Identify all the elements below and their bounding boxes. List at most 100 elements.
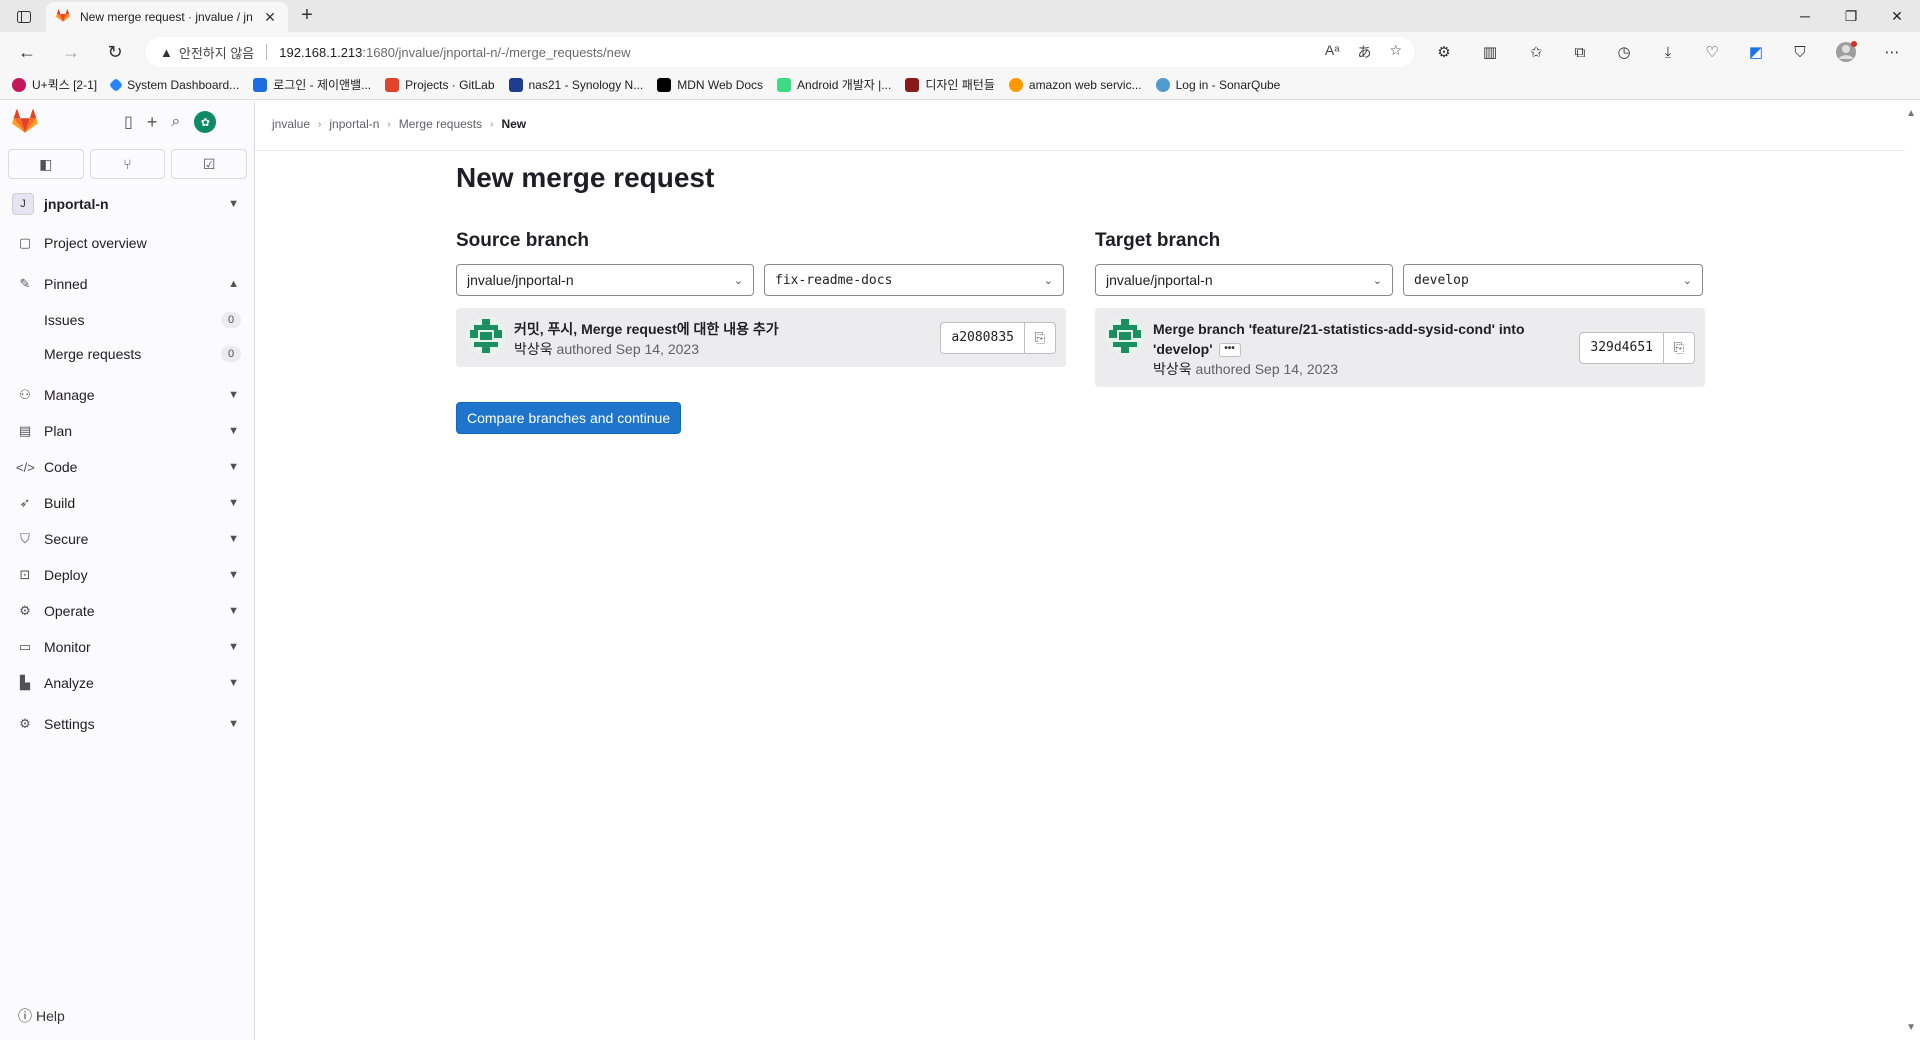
source-project-dropdown[interactable]: jnvalue/jnportal-n ⌄ bbox=[456, 264, 754, 296]
browser-tab-active[interactable]: New merge request · jnvalue / jn ✕ bbox=[46, 2, 288, 32]
bookmark-item[interactable]: System Dashboard... bbox=[109, 77, 239, 92]
sidebar-item-merge-requests[interactable]: Merge requests 0 bbox=[8, 338, 247, 370]
target-project-dropdown[interactable]: jnvalue/jnportal-n ⌄ bbox=[1095, 264, 1393, 296]
sidebar-item-plan[interactable]: ▤ Plan ▼ bbox=[8, 415, 247, 447]
user-avatar[interactable]: ✿ bbox=[194, 111, 217, 133]
translate-icon[interactable]: あ bbox=[1357, 42, 1371, 62]
count-badge: 0 bbox=[221, 346, 241, 362]
reload-icon[interactable]: ↻ bbox=[100, 39, 130, 65]
target-branch-dropdown[interactable]: develop ⌄ bbox=[1403, 264, 1703, 296]
settings-more-icon[interactable]: ⋯ bbox=[1880, 40, 1904, 64]
read-aloud-icon[interactable]: A͏ᵃ bbox=[1325, 42, 1340, 62]
breadcrumb-link[interactable]: jnvalue bbox=[272, 117, 310, 131]
commit-author[interactable]: 박상욱 bbox=[1153, 361, 1192, 377]
gitlab-logo-icon[interactable] bbox=[12, 109, 38, 136]
restore-icon[interactable]: ❐ bbox=[1828, 0, 1874, 32]
profile-avatar-icon[interactable] bbox=[1834, 40, 1858, 64]
extensions-icon[interactable]: ⚙ bbox=[1432, 40, 1456, 64]
bookmark-item[interactable]: U+퀵스 [2-1] bbox=[12, 76, 97, 93]
collections-icon[interactable]: ⧉ bbox=[1568, 40, 1592, 64]
bookmark-favicon-icon bbox=[657, 77, 672, 92]
commit-author-avatar[interactable] bbox=[466, 316, 506, 356]
commit-sha[interactable]: 329d4651 bbox=[1579, 331, 1663, 364]
sidebar-item-label: Issues bbox=[44, 312, 85, 328]
sidebar-item-settings[interactable]: ⚙ Settings ▼ bbox=[8, 708, 247, 740]
back-icon[interactable]: ← bbox=[12, 39, 42, 65]
commit-author[interactable]: 박상욱 bbox=[514, 341, 553, 357]
favorites-icon[interactable]: ✩ bbox=[1524, 40, 1548, 64]
assigned-issues-icon[interactable]: ◧ bbox=[8, 149, 84, 179]
bookmark-item[interactable]: 디자인 패턴들 bbox=[905, 76, 995, 93]
bookmark-label: Android 개발자 |... bbox=[797, 78, 892, 92]
sidebar-item-analyze[interactable]: ▙ Analyze ▼ bbox=[8, 667, 247, 699]
bookmark-item[interactable]: Android 개발자 |... bbox=[777, 76, 891, 93]
address-toolbar: ← → ↻ ▲ 안전하지 않음 192.168.1.213:1680/jnval… bbox=[0, 32, 1920, 70]
breadcrumb-link[interactable]: Merge requests bbox=[399, 117, 482, 131]
deployments-icon: ⊡ bbox=[19, 567, 31, 582]
create-new-icon[interactable]: + bbox=[147, 112, 158, 133]
project-switcher[interactable]: J jnportal-n ▼ bbox=[8, 189, 247, 219]
breadcrumb-current[interactable]: New bbox=[501, 117, 526, 131]
merge-requests-icon[interactable]: ⑂ bbox=[89, 149, 166, 179]
search-icon[interactable]: ⌕ bbox=[171, 113, 180, 131]
favorite-star-icon[interactable]: ☆ bbox=[1389, 42, 1402, 62]
bookmark-item[interactable]: nas21 - Synology N... bbox=[508, 77, 643, 92]
commit-author-avatar[interactable] bbox=[1105, 316, 1145, 356]
sidebar-item-label: Secure bbox=[44, 531, 89, 547]
sidebar-item-label: Manage bbox=[44, 387, 95, 403]
toggle-sidebar-icon[interactable]: ▯ bbox=[124, 112, 133, 132]
bookmark-item[interactable]: Projects · GitLab bbox=[385, 77, 495, 92]
help-button[interactable]: ⓘ Help bbox=[18, 1006, 65, 1026]
new-tab-button[interactable]: + bbox=[294, 4, 320, 28]
performance-icon[interactable]: ♡ bbox=[1700, 40, 1724, 64]
sidebar-item-secure[interactable]: ⛉ Secure ▼ bbox=[8, 523, 247, 555]
commit-title[interactable]: Merge branch 'feature/21-statistics-add-… bbox=[1153, 321, 1525, 357]
forward-icon[interactable]: → bbox=[56, 39, 86, 65]
commit-title[interactable]: 커밋, 푸시, Merge request에 대한 내용 추가 bbox=[514, 319, 940, 339]
bookmark-item[interactable]: amazon web servic... bbox=[1008, 77, 1142, 92]
question-icon: ⓘ bbox=[18, 1008, 32, 1024]
history-icon[interactable]: ◷ bbox=[1612, 40, 1636, 64]
minimize-icon[interactable]: ─ bbox=[1782, 0, 1828, 32]
chevron-right-icon: › bbox=[387, 118, 391, 130]
chevron-down-icon: ▼ bbox=[228, 497, 239, 509]
security-label: 안전하지 않음 bbox=[178, 45, 255, 61]
breadcrumb-link[interactable]: jnportal-n bbox=[329, 117, 379, 131]
chevron-down-icon: ▼ bbox=[228, 641, 239, 653]
sidebar-item-label: Monitor bbox=[44, 639, 91, 655]
scroll-up-icon[interactable]: ▲ bbox=[1906, 108, 1916, 119]
downloads-icon[interactable]: ⤓ bbox=[1656, 40, 1680, 64]
sidebar-item-build[interactable]: ➶ Build ▼ bbox=[8, 487, 247, 519]
bookmark-favicon-icon bbox=[109, 77, 124, 92]
sidebar-item-manage[interactable]: ⚇ Manage ▼ bbox=[8, 379, 247, 411]
copy-sha-button[interactable]: ⎘ bbox=[1663, 331, 1695, 364]
scroll-down-icon[interactable]: ▼ bbox=[1906, 1022, 1916, 1033]
copy-sha-button[interactable]: ⎘ bbox=[1024, 321, 1056, 354]
sidebar-item-operate[interactable]: ⚙ Operate ▼ bbox=[8, 595, 247, 627]
chevron-down-icon: ⌄ bbox=[1372, 274, 1382, 287]
sidebar-item-deploy[interactable]: ⊡ Deploy ▼ bbox=[8, 559, 247, 591]
source-branch-dropdown[interactable]: fix-readme-docs ⌄ bbox=[764, 264, 1064, 296]
split-screen-icon[interactable]: ▥ bbox=[1478, 40, 1502, 64]
edge-copilot-icon[interactable]: ◩ bbox=[1744, 40, 1768, 64]
bookmark-item[interactable]: 로그인 - 제이앤밸... bbox=[253, 76, 371, 93]
sidebar-item-issues[interactable]: Issues 0 bbox=[8, 304, 247, 336]
bookmark-item[interactable]: MDN Web Docs bbox=[657, 77, 763, 92]
compare-branches-button[interactable]: Compare branches and continue bbox=[456, 402, 682, 434]
todo-list-icon[interactable]: ☑ bbox=[171, 149, 248, 179]
sidebar-item-label: Merge requests bbox=[44, 346, 142, 362]
sidebar-item-project-overview[interactable]: ▢ Project overview bbox=[8, 227, 247, 259]
sidebar-item-code[interactable]: </> Code ▼ bbox=[8, 451, 247, 483]
url-bar[interactable]: ▲ 안전하지 않음 192.168.1.213:1680/jnvalue/jnp… bbox=[146, 37, 1414, 67]
commit-sha[interactable]: a2080835 bbox=[940, 321, 1024, 354]
window-close-icon[interactable]: ✕ bbox=[1874, 0, 1920, 32]
bookmark-item[interactable]: Log in - SonarQube bbox=[1155, 77, 1280, 92]
expand-commit-message-button[interactable]: ••• bbox=[1218, 343, 1241, 358]
browser-essentials-icon[interactable]: ⛉ bbox=[1788, 40, 1812, 64]
sidebar-item-monitor[interactable]: ▭ Monitor ▼ bbox=[8, 631, 247, 663]
tab-close-icon[interactable]: ✕ bbox=[262, 9, 278, 26]
sidebar-item-pinned[interactable]: ✎ Pinned ▲ bbox=[8, 268, 247, 300]
tab-actions-icon[interactable] bbox=[10, 6, 38, 28]
help-label: Help bbox=[36, 1008, 65, 1024]
target-branch-heading: Target branch bbox=[1095, 230, 1221, 251]
